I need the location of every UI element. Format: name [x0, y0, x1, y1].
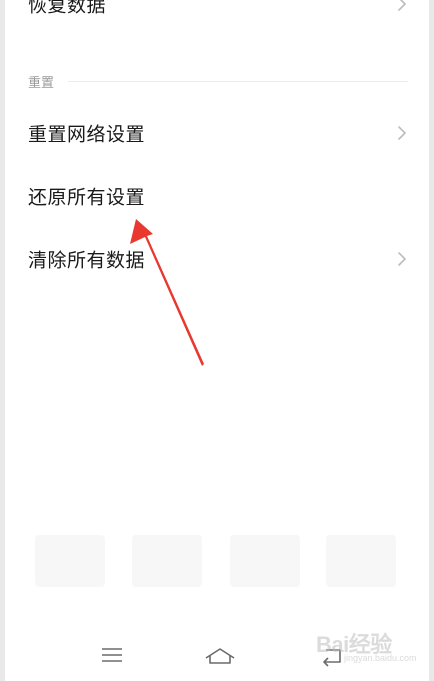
section-header-reset: 重置 [28, 72, 408, 92]
home-icon [205, 648, 235, 664]
ghost-block [132, 535, 202, 587]
settings-row-reset-network[interactable]: 重置网络设置 [5, 107, 429, 159]
ghost-strip [20, 535, 414, 587]
chevron-right-icon [398, 0, 406, 11]
row-label: 恢复数据 [28, 0, 107, 17]
settings-row-clear-all-data[interactable]: 清除所有数据 [5, 233, 429, 285]
settings-row-restore-data[interactable]: 恢复数据 [5, 0, 429, 30]
watermark-sub: jingyan.baidu.com [344, 653, 417, 663]
menu-icon [102, 648, 122, 662]
row-label: 清除所有数据 [28, 249, 146, 272]
ghost-block [230, 535, 300, 587]
nav-menu-button[interactable] [92, 641, 132, 671]
chevron-right-icon [398, 126, 406, 140]
ghost-block [35, 535, 105, 587]
row-label: 还原所有设置 [28, 186, 146, 209]
baidu-jingyan-watermark: Bai经验 jingyan.baidu.com [316, 623, 417, 663]
row-label: 重置网络设置 [28, 123, 146, 146]
section-title: 重置 [28, 76, 55, 91]
section-divider [68, 81, 408, 82]
ghost-block [326, 535, 396, 587]
chevron-right-icon [398, 252, 406, 266]
nav-home-button[interactable] [200, 641, 240, 671]
settings-row-restore-all-settings[interactable]: 还原所有设置 [5, 170, 429, 222]
